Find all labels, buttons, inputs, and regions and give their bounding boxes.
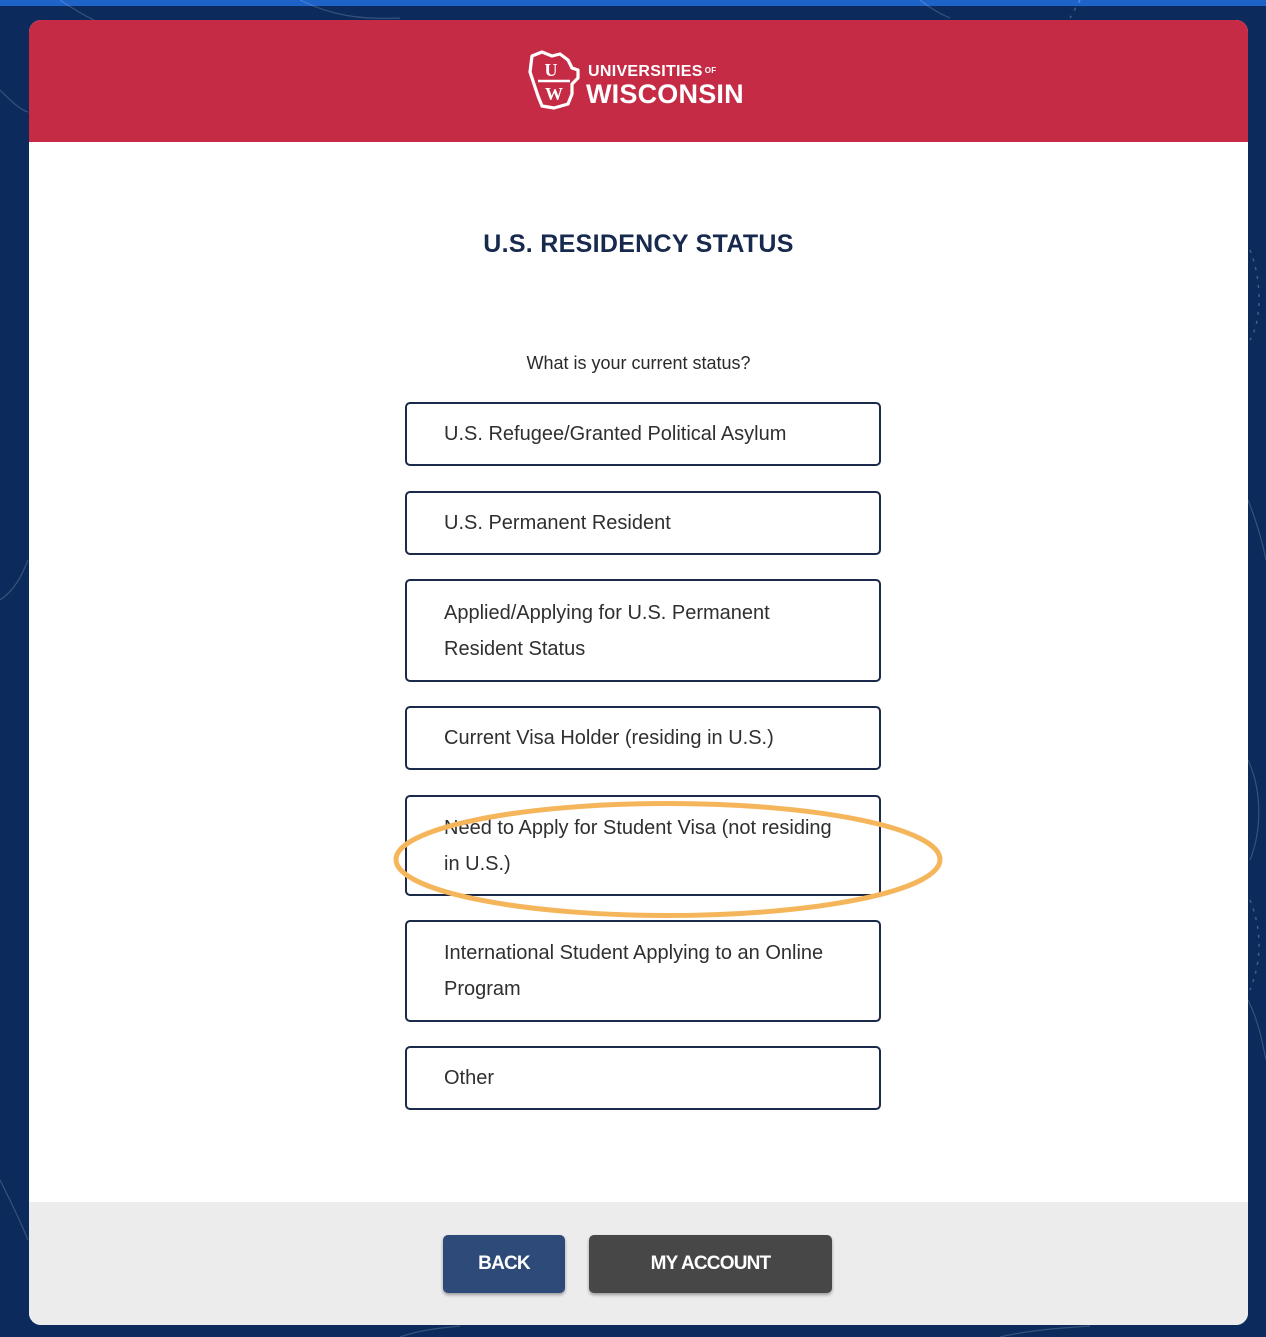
option-applying-permanent-resident[interactable]: Applied/Applying for U.S. Permanent Resi… [405,579,881,682]
option-current-visa-holder[interactable]: Current Visa Holder (residing in U.S.) [405,706,881,770]
logo-wordmark-line2: WISCONSIN [586,79,744,109]
logo-of-text: OF [704,66,717,75]
header-banner: U W UNIVERSITIES OF WISCONSIN [29,20,1248,142]
page-title: U.S. RESIDENCY STATUS [483,230,794,258]
logo-letter-u: U [545,60,558,80]
status-question: What is your current status? [526,353,751,373]
option-need-student-visa[interactable]: Need to Apply for Student Visa (not resi… [405,795,881,896]
footer-bar: BACK MY ACCOUNT [29,1202,1248,1325]
wisconsin-state-icon: U W [528,50,580,110]
option-refugee-asylum[interactable]: U.S. Refugee/Granted Political Asylum [405,402,881,466]
my-account-button[interactable]: MY ACCOUNT [589,1235,832,1293]
logo-letter-w: W [545,84,563,104]
universities-of-wisconsin-logo[interactable]: U W UNIVERSITIES OF WISCONSIN [526,48,756,112]
main-card: U W UNIVERSITIES OF WISCONSIN U.S. RESIDE… [29,20,1248,1325]
option-other[interactable]: Other [405,1046,881,1110]
option-permanent-resident[interactable]: U.S. Permanent Resident [405,491,881,555]
option-international-online[interactable]: International Student Applying to an Onl… [405,920,881,1022]
logo-universities-text: UNIVERSITIES [588,63,703,80]
back-button[interactable]: BACK [443,1235,565,1293]
